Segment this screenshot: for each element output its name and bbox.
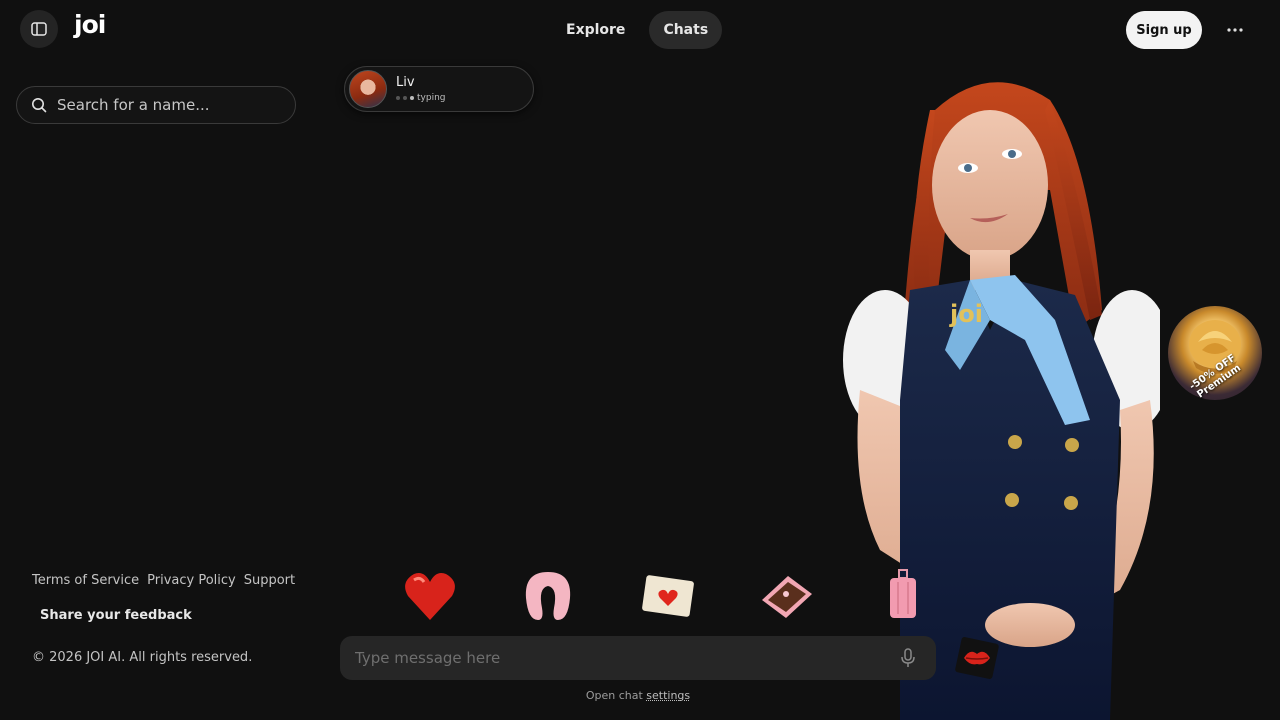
status-text: typing [417,93,446,103]
chat-settings-hint: Open chat settings [340,689,936,702]
character-chip[interactable]: Liv typing [344,66,534,112]
footer-links: Terms of Service Privacy Policy Support [32,573,295,588]
avatar [349,70,387,108]
message-composer[interactable] [340,636,936,680]
message-input[interactable] [355,649,875,667]
share-feedback-button[interactable]: Share your feedback [40,608,192,623]
kiss-icon[interactable] [954,636,1000,680]
sidebar-panel-icon [31,22,47,36]
privacy-link[interactable]: Privacy Policy [147,573,236,588]
more-dots-icon [1227,28,1243,32]
tab-chats[interactable]: Chats [649,11,723,49]
typing-indicator: typing [396,93,446,103]
sign-up-button[interactable]: Sign up [1126,11,1202,49]
joi-logo[interactable]: joi [74,10,106,39]
main-nav: Explore Chats [552,11,723,49]
tab-explore[interactable]: Explore [552,11,639,49]
search-input[interactable] [57,96,277,114]
more-options-button[interactable] [1216,14,1254,46]
search-box[interactable] [16,86,296,124]
sidebar-toggle-button[interactable] [20,10,58,48]
suitcase-gift-icon[interactable] [886,568,920,624]
search-icon [32,98,47,113]
heart-gift-icon[interactable] [402,568,458,624]
character-name: Liv [396,75,415,90]
chat-settings-link[interactable]: settings [646,689,690,702]
typing-dot [396,96,400,100]
neck-pillow-gift-icon[interactable] [522,568,574,624]
support-link[interactable]: Support [244,573,295,588]
top-bar: joi Explore Chats Sign up [0,0,1280,60]
love-letter-gift-icon[interactable] [640,572,696,622]
copyright-text: © 2026 JOI AI. All rights reserved. [32,650,253,665]
terms-link[interactable]: Terms of Service [32,573,139,588]
typing-dot [403,96,407,100]
settings-prefix: Open chat [585,689,647,702]
typing-dot [410,96,414,100]
chocolate-box-gift-icon[interactable] [758,572,814,622]
microphone-icon[interactable] [900,648,916,668]
joi-badge: joi [949,300,983,328]
